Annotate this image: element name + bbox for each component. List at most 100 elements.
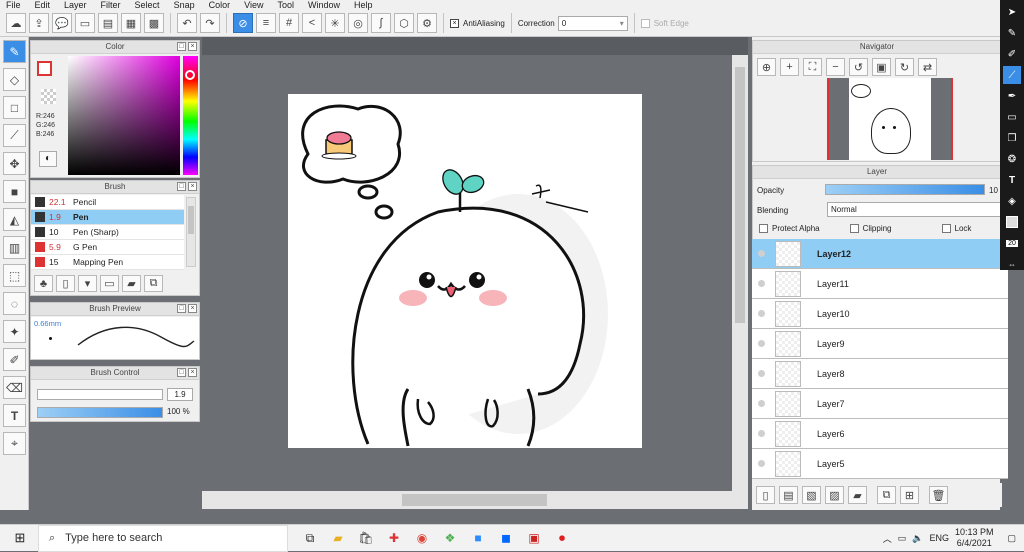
snap-settings-icon[interactable]: ⚙ — [417, 13, 437, 33]
select-eraser-icon[interactable]: ⌫ — [3, 376, 26, 399]
pencil-icon[interactable]: ✎ — [1003, 24, 1021, 42]
pen-icon[interactable]: ⟋ — [1003, 66, 1021, 84]
rotate-left-icon[interactable]: ↺ — [849, 58, 868, 76]
concentric-snap-icon[interactable]: ◎ — [348, 13, 368, 33]
menu-tool[interactable]: Tool — [277, 0, 294, 10]
marker-icon[interactable]: ✐ — [1003, 45, 1021, 63]
rectangle-icon[interactable]: ▭ — [1003, 108, 1021, 126]
new-raster-layer-icon[interactable]: ▤ — [779, 486, 798, 504]
undo-icon[interactable]: ↶ — [177, 13, 197, 33]
brush-library-icon[interactable]: ♣ — [34, 275, 53, 292]
brush-size-value[interactable]: 1.9 — [167, 388, 193, 401]
grid-icon[interactable]: ▩ — [144, 13, 164, 33]
transparent-color-swatch[interactable] — [41, 89, 56, 104]
brush-item[interactable]: 5.9 G Pen — [31, 240, 184, 255]
layer-row[interactable]: Layer6 — [752, 419, 1008, 449]
menu-color[interactable]: Color — [209, 0, 231, 10]
zalo-app-icon[interactable]: ◼ — [496, 529, 516, 547]
saturation-value-field[interactable] — [68, 56, 180, 175]
close-icon[interactable]: × — [188, 368, 197, 377]
navigator-preview[interactable] — [827, 78, 953, 160]
layer-row[interactable]: Layer9 — [752, 329, 1008, 359]
redo-icon[interactable]: ↷ — [200, 13, 220, 33]
menu-view[interactable]: View — [244, 0, 263, 10]
visibility-icon[interactable] — [758, 280, 765, 287]
green-app-icon[interactable]: ❖ — [440, 529, 460, 547]
float-icon[interactable]: □ — [177, 304, 186, 313]
visibility-icon[interactable] — [758, 370, 765, 377]
brush-item[interactable]: 1.9 Pen — [31, 210, 184, 225]
windows-start-icon[interactable]: ⊞ — [10, 529, 30, 547]
vanishing-point-icon[interactable]: < — [302, 13, 322, 33]
menu-help[interactable]: Help — [354, 0, 373, 10]
delete-layer-icon[interactable]: 🗑 — [929, 486, 948, 504]
curve-snap-icon[interactable]: ∫ — [371, 13, 391, 33]
canvas-horizontal-scrollbar[interactable] — [202, 491, 748, 509]
color-bucket-icon[interactable]: ❂ — [1003, 150, 1021, 168]
brush-list-scrollbar[interactable] — [186, 197, 196, 267]
menu-edit[interactable]: Edit — [35, 0, 51, 10]
drawing-canvas[interactable] — [288, 94, 642, 448]
brush-size-slider[interactable] — [37, 389, 163, 400]
correction-select[interactable]: 0 — [557, 15, 628, 31]
brush-size-box[interactable]: 20 — [1003, 234, 1021, 252]
float-icon[interactable]: □ — [177, 182, 186, 191]
brush-item[interactable]: 15 Mapping Pen — [31, 255, 184, 270]
expand-icon[interactable]: ⇔ — [1003, 255, 1021, 273]
fill-shape-icon[interactable]: ■ — [3, 180, 26, 203]
paint-app-icon[interactable]: ✚ — [384, 529, 404, 547]
language-indicator[interactable]: ENG — [929, 533, 949, 543]
notification-icon[interactable]: ▢ — [1007, 533, 1016, 544]
select-rect-icon[interactable]: ⬚ — [3, 264, 26, 287]
cross-snap-icon[interactable]: # — [279, 13, 299, 33]
move-tool-icon[interactable]: ✥ — [3, 152, 26, 175]
rotate-right-icon[interactable]: ↻ — [895, 58, 914, 76]
task-view-icon[interactable]: ⧉ — [300, 529, 320, 547]
visibility-icon[interactable] — [758, 430, 765, 437]
color-swatch-icon[interactable] — [1003, 213, 1021, 231]
snap-off-icon[interactable]: ⊘ — [233, 13, 253, 33]
clipping-checkbox[interactable] — [849, 224, 859, 234]
file-explorer-icon[interactable]: ▰ — [328, 529, 348, 547]
visibility-icon[interactable] — [758, 310, 765, 317]
brush-duplicate-icon[interactable]: ⧉ — [144, 275, 163, 292]
close-icon[interactable]: × — [188, 182, 197, 191]
layers-icon[interactable]: ❐ — [1003, 129, 1021, 147]
visibility-icon[interactable] — [758, 250, 765, 257]
color-wheel-icon[interactable]: ◐ — [39, 151, 57, 167]
layer-row[interactable]: Layer12 — [752, 239, 1008, 269]
lasso-tool-icon[interactable]: ◌ — [3, 292, 26, 315]
clock[interactable]: 10:13 PM 6/4/2021 — [955, 527, 994, 549]
text-icon[interactable]: T — [1003, 171, 1021, 189]
antialiasing-checkbox[interactable]: × — [450, 18, 459, 28]
new-screen-layer-icon[interactable]: ▧ — [802, 486, 821, 504]
menu-snap[interactable]: Snap — [174, 0, 195, 10]
soft-edge-checkbox[interactable] — [640, 18, 650, 28]
visibility-icon[interactable] — [758, 460, 765, 467]
layer-row[interactable]: Layer10 — [752, 299, 1008, 329]
brush-copy-icon[interactable]: ▭ — [100, 275, 119, 292]
zoom-in-icon[interactable]: + — [780, 58, 799, 76]
layer-row[interactable]: Layer8 — [752, 359, 1008, 389]
hue-handle[interactable] — [185, 70, 195, 80]
magic-wand-icon[interactable]: ✦ — [3, 320, 26, 343]
brush-folder-icon[interactable]: ▰ — [122, 275, 141, 292]
chat-icon[interactable]: 💬 — [52, 13, 72, 33]
eyedropper-tool-icon[interactable]: ⌖ — [3, 432, 26, 455]
select-pen-icon[interactable]: ✐ — [3, 348, 26, 371]
radial-snap-icon[interactable]: ✳ — [325, 13, 345, 33]
polygon-snap-icon[interactable]: ⬡ — [394, 13, 414, 33]
brush-icon[interactable]: ✒ — [1003, 87, 1021, 105]
antialiasing-toggle[interactable]: × AntiAliasing — [450, 18, 505, 28]
cloud-icon[interactable]: ☁ — [6, 13, 26, 33]
visibility-icon[interactable] — [758, 340, 765, 347]
rectangle-tool-icon[interactable]: □ — [3, 96, 26, 119]
menu-window[interactable]: Window — [308, 0, 340, 10]
cursor-icon[interactable]: ➤ — [1003, 3, 1021, 21]
store-icon[interactable]: 🛍 — [356, 529, 376, 547]
menu-file[interactable]: File — [6, 0, 21, 10]
volume-icon[interactable]: 🔈 — [912, 533, 923, 544]
canvas-vertical-scrollbar[interactable] — [732, 55, 748, 491]
game-app-icon[interactable]: ▣ — [524, 529, 544, 547]
comment-icon[interactable]: ▭ — [75, 13, 95, 33]
